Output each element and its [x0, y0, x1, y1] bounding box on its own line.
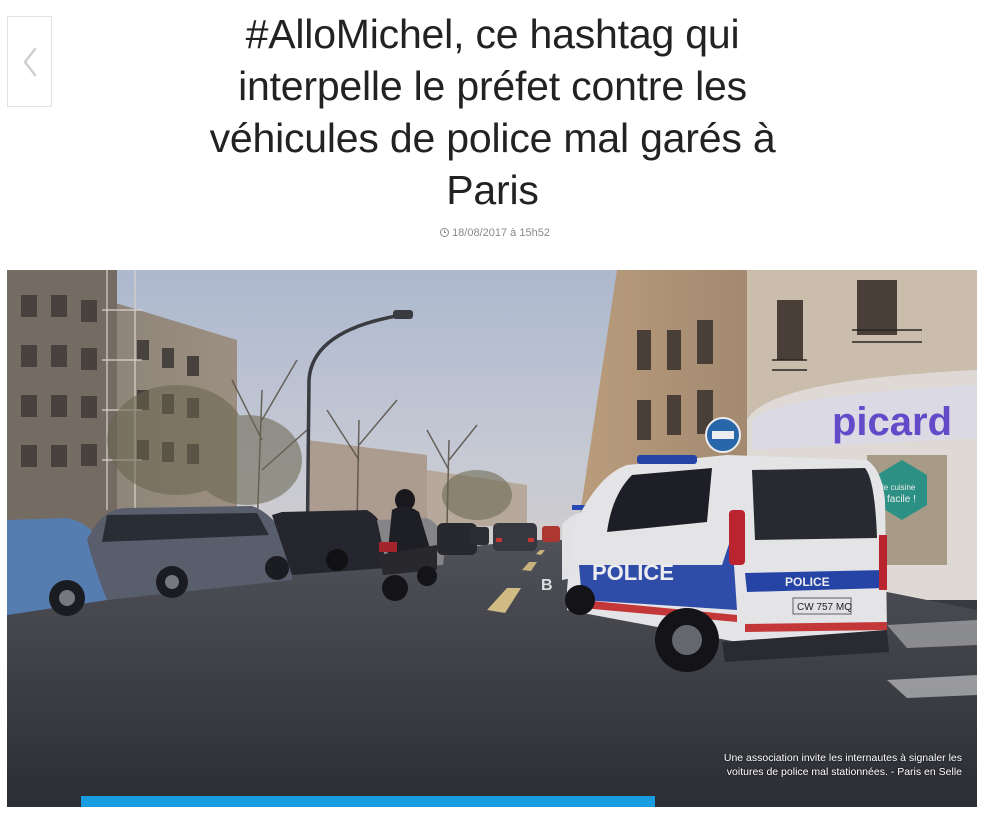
video-progress-bar[interactable]: [81, 796, 655, 807]
back-button[interactable]: [7, 16, 52, 107]
photo-caption: Une association invite les internautes à…: [723, 752, 962, 778]
article-date: 18/08/2017 à 15h52: [452, 227, 550, 239]
article-page: #AlloMichel, ce hashtag qui interpelle l…: [0, 0, 990, 819]
clock-icon: [440, 228, 450, 237]
article-photo: picard je cuisine facile ! B POLICE POLI…: [7, 270, 977, 807]
article-meta: 18/08/2017 à 15h52: [0, 227, 990, 239]
article-title: #AlloMichel, ce hashtag qui interpelle l…: [209, 11, 776, 213]
chevron-left-icon: [22, 47, 38, 77]
